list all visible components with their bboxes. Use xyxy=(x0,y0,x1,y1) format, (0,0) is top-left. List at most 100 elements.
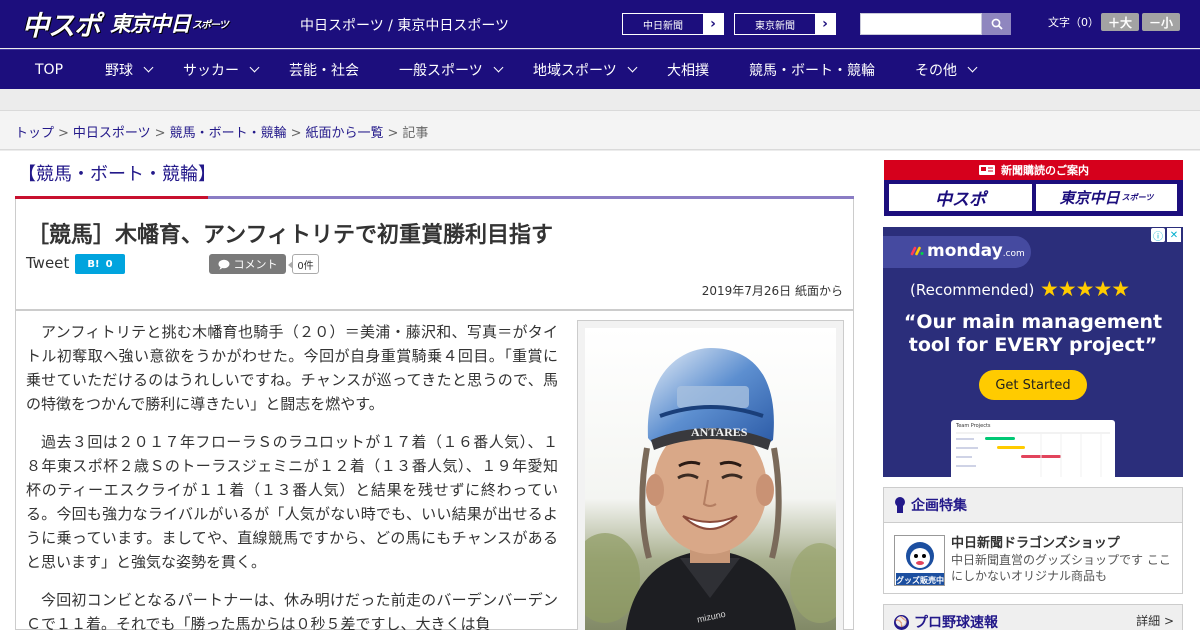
search-button[interactable] xyxy=(982,13,1011,35)
nav-item-soccer[interactable]: サッカー xyxy=(183,50,260,90)
chevron-down-icon xyxy=(967,62,978,73)
hatena-count: 0 xyxy=(105,258,113,270)
article-body: アンフィトリテと挑む木幡育也騎手（２０）＝美浦・藤沢和、写真＝がタイトル初奪取へ… xyxy=(26,320,558,630)
nav-item-entertainment[interactable]: 芸能・社会 xyxy=(289,50,359,90)
baseball-icon: ⚾ xyxy=(894,614,909,630)
helmet-brand-text: ANTARES xyxy=(691,425,748,439)
page: 中スポ 東京中日 スポーツ 中日スポーツ / 東京中日スポーツ 中日新聞 › 東京… xyxy=(0,0,1200,630)
nav-item-general-sports[interactable]: 一般スポーツ xyxy=(399,50,504,90)
chevron-down-icon xyxy=(493,62,504,73)
nav-label: サッカー xyxy=(183,63,239,79)
ribbon-icon xyxy=(894,497,906,513)
chuspo-logo-text: 中スポ xyxy=(22,10,101,42)
nav-label: 芸能・社会 xyxy=(289,63,359,79)
chevron-right-icon: › xyxy=(815,14,835,34)
featured-item-desc: 中日新聞直営のグッズショップです ここにしかないオリジナル商品も xyxy=(951,553,1171,583)
ad-brand-name: monday xyxy=(927,241,1003,261)
sub-nav-strip xyxy=(0,89,1200,111)
breadcrumb-separator: > xyxy=(58,126,69,141)
site-links-text[interactable]: 中日スポーツ / 東京中日スポーツ xyxy=(300,18,509,34)
nav-item-top[interactable]: TOP xyxy=(35,50,63,90)
baseball-heading: プロ野球速報 xyxy=(914,615,998,630)
ad-rating-stars: ★★★★★ xyxy=(1040,277,1130,301)
ad-product-screenshot: Team Projects xyxy=(951,420,1115,477)
breadcrumb-link-paper-list[interactable]: 紙面から一覧 xyxy=(306,126,384,141)
section-title: 【競馬・ボート・競輪】 xyxy=(18,164,216,185)
breadcrumb-link-top[interactable]: トップ xyxy=(15,126,54,141)
breadcrumb-separator: > xyxy=(154,126,166,141)
featured-item-title[interactable]: 中日新聞ドラゴンズショップ xyxy=(951,532,1120,551)
subscription-chuspo-logo: 中スポ xyxy=(889,184,1032,211)
hatena-bookmark-button[interactable]: B! 0 xyxy=(75,254,125,274)
speech-bubble-icon xyxy=(218,259,229,270)
jockey-photo[interactable]: mizuno ANTARES xyxy=(585,328,836,630)
ad-brand-suffix: .com xyxy=(1002,249,1025,259)
font-larger-button[interactable]: ＋大 xyxy=(1101,13,1139,31)
nav-item-regional-sports[interactable]: 地域スポーツ xyxy=(533,50,638,90)
dragons-mascot-image: グッズ販売中 xyxy=(895,536,944,585)
comment-label: コメント xyxy=(233,258,278,271)
nav-label: TOP xyxy=(35,62,64,78)
ad-info-icon[interactable]: ⓘ xyxy=(1151,228,1165,243)
breadcrumb-link-chunichi-sports[interactable]: 中日スポーツ xyxy=(73,126,151,141)
nav-item-sumo[interactable]: 大相撲 xyxy=(667,50,709,90)
nav-label: 野球 xyxy=(105,63,133,79)
subscription-tokyo-logo: 東京中日 スポーツ xyxy=(1036,184,1177,211)
article-dateline: 2019年7月26日 紙面から xyxy=(701,284,843,298)
featured-widget-header: 企画特集 xyxy=(884,488,1182,523)
comment-button[interactable]: コメント xyxy=(209,254,286,274)
tokyo-chunichi-logo[interactable]: 東京中日 スポーツ xyxy=(110,7,229,39)
subscription-banner-title: 新聞購読のご案内 xyxy=(884,160,1183,180)
chunichi-shimbun-link[interactable]: 中日新聞 › xyxy=(622,13,724,35)
comment-count: 0件 xyxy=(288,254,319,274)
baseball-widget-header: ⚾ プロ野球速報 詳細 > xyxy=(884,605,1182,630)
chevron-right-icon: › xyxy=(703,14,723,34)
chevron-down-icon xyxy=(143,62,154,73)
featured-widget: 企画特集 グッズ販売中 中日新聞ドラゴンズショップ 中日新聞直営のグッズショップ… xyxy=(883,487,1183,594)
nav-label: 地域スポーツ xyxy=(533,63,617,79)
thumb-label: グッズ販売中 xyxy=(896,575,944,585)
chevron-down-icon xyxy=(249,62,260,73)
chunichi-shimbun-label: 中日新聞 xyxy=(643,20,683,32)
hatena-bookmark-icon: B! xyxy=(87,258,100,270)
nav-label: 一般スポーツ xyxy=(399,63,483,79)
baseball-detail-link[interactable]: 詳細 > xyxy=(1136,612,1174,629)
subscription-banner-text: 新聞購読のご案内 xyxy=(1001,164,1089,177)
ad-quote: “Our main management tool for EVERY proj… xyxy=(903,311,1163,356)
main-nav: TOP 野球 サッカー 芸能・社会 一般スポーツ 地域スポーツ 大相撲 競馬・ボ… xyxy=(0,49,1200,89)
search-input[interactable] xyxy=(860,13,982,35)
subscription-tokyo-logo-text: 東京中日 xyxy=(1059,189,1120,207)
chevron-down-icon xyxy=(627,62,638,73)
nav-item-baseball[interactable]: 野球 xyxy=(105,50,154,90)
subscription-banner[interactable]: 新聞購読のご案内 中スポ 東京中日 スポーツ xyxy=(884,160,1183,216)
chuspo-logo[interactable]: 中スポ xyxy=(22,7,101,42)
font-smaller-button[interactable]: －小 xyxy=(1142,13,1180,31)
breadcrumb-separator: > xyxy=(290,126,302,141)
font-size-label: 文字（0） xyxy=(1048,16,1099,29)
article-paragraph: 今回初コンビとなるパートナーは、休み明けだった前走のバーデンバーデンＣで１１着。… xyxy=(26,591,558,630)
ad-close-icon[interactable]: ✕ xyxy=(1167,228,1181,242)
featured-heading: 企画特集 xyxy=(911,498,967,514)
newspaper-icon xyxy=(979,165,995,175)
article-paragraph: 過去３回は２０１７年フローラＳのラユロットが１７着（１６番人気）、１８年東スポ杯… xyxy=(26,433,558,571)
search-icon xyxy=(991,18,1003,30)
ad-screenshot-title: Team Projects xyxy=(956,423,991,429)
article-headline: ［競馬］木幡育、アンフィトリテで初重賞勝利目指す xyxy=(27,223,554,248)
tweet-button[interactable]: Tweet xyxy=(26,254,69,272)
nav-label: 大相撲 xyxy=(667,63,709,79)
breadcrumb: トップ > 中日スポーツ > 競馬・ボート・競輪 > 紙面から一覧 > 記事 xyxy=(15,122,428,141)
breadcrumb-link-racing[interactable]: 競馬・ボート・競輪 xyxy=(170,126,287,141)
ad-get-started-button[interactable]: Get Started xyxy=(979,370,1087,400)
monday-ad[interactable]: monday.com ⓘ ✕ (Recommended) ★★★★★ “Our … xyxy=(883,227,1183,477)
tokyo-shimbun-label: 東京新聞 xyxy=(755,20,795,32)
nav-item-other[interactable]: その他 xyxy=(915,50,978,90)
subscription-tokyo-logo-sub: スポーツ xyxy=(1121,193,1154,202)
site-links[interactable]: 中日スポーツ / 東京中日スポーツ xyxy=(300,15,509,35)
ad-brand-logo: monday.com xyxy=(910,241,1025,261)
article-paragraph: アンフィトリテと挑む木幡育也騎手（２０）＝美浦・藤沢和、写真＝がタイトル初奪取へ… xyxy=(26,323,558,413)
tokyo-shimbun-link[interactable]: 東京新聞 › xyxy=(734,13,836,35)
nav-item-racing[interactable]: 競馬・ボート・競輪 xyxy=(749,50,875,90)
monday-logo-icon xyxy=(910,246,924,256)
dragons-shop-thumbnail[interactable]: グッズ販売中 xyxy=(894,535,945,586)
breadcrumb-separator: > xyxy=(387,126,399,141)
